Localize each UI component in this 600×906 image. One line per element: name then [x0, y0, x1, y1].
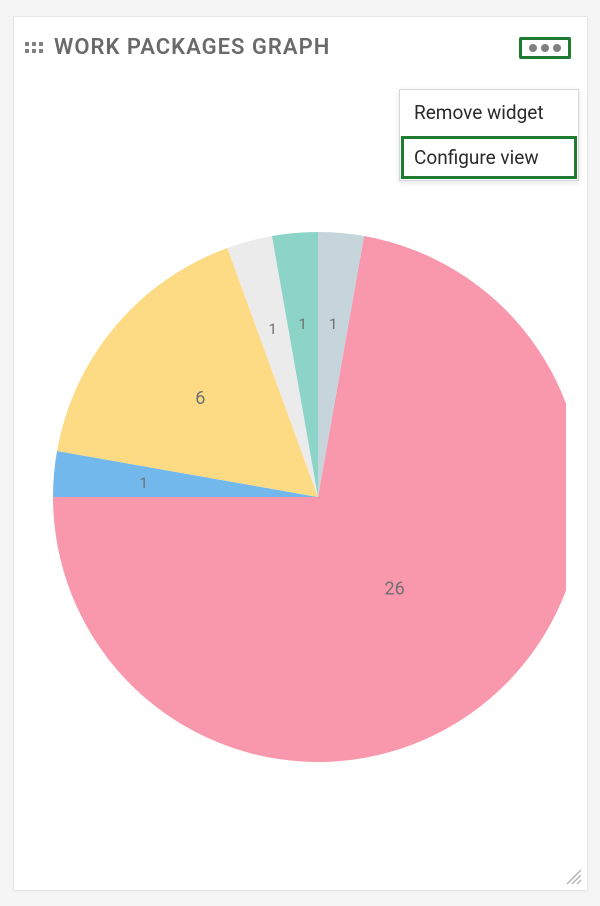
work-packages-graph-widget: WORK PACKAGES GRAPH Remove widget Config… — [13, 16, 588, 891]
pie-slice-label: 1 — [329, 315, 337, 333]
widget-options-dropdown: Remove widget Configure view — [399, 89, 579, 181]
pie-chart: 2616111 — [14, 217, 587, 777]
pie-slice-label: 26 — [384, 578, 404, 599]
pie-slice-label: 1 — [268, 320, 276, 338]
pie-slice-label: 1 — [139, 474, 147, 492]
widget-header: WORK PACKAGES GRAPH — [14, 17, 587, 70]
widget-menu-button-highlight — [519, 37, 571, 59]
dot-icon — [529, 44, 537, 52]
dot-icon — [541, 44, 549, 52]
more-options-button[interactable] — [529, 44, 561, 52]
dot-icon — [553, 44, 561, 52]
remove-widget-menu-item[interactable]: Remove widget — [400, 90, 578, 135]
pie-slice-label: 6 — [195, 388, 205, 409]
configure-view-menu-item[interactable]: Configure view — [400, 135, 578, 180]
drag-handle-icon[interactable] — [24, 41, 44, 54]
resize-handle-icon[interactable] — [563, 866, 583, 886]
pie-slice-label: 1 — [298, 315, 306, 333]
widget-title: WORK PACKAGES GRAPH — [54, 35, 330, 60]
